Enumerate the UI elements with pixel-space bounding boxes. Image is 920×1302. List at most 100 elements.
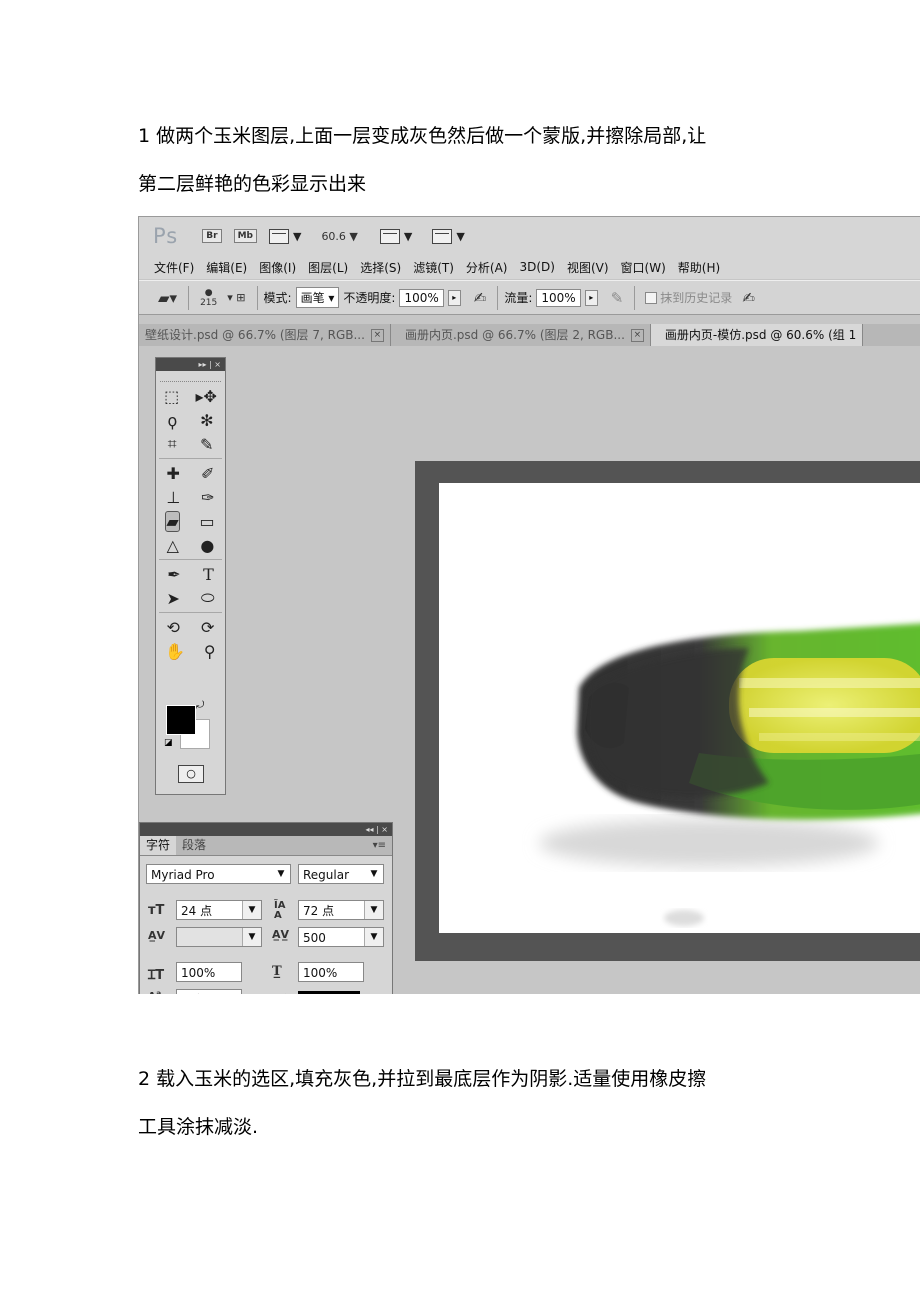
separator	[256, 285, 258, 310]
font-size-icon: ᴛT	[148, 903, 165, 918]
blur-tool-icon[interactable]: △	[167, 536, 179, 555]
close-icon[interactable]: ×	[630, 328, 644, 342]
vertical-scale-input[interactable]: 100%	[176, 962, 242, 982]
opacity-input[interactable]: 100%	[399, 288, 444, 307]
character-panel-header[interactable]: ◂◂ | ×	[140, 823, 392, 836]
quick-mask-button[interactable]: ○	[178, 765, 204, 783]
gradient-tool-icon[interactable]: ▭	[199, 512, 214, 531]
baseline-shift-input[interactable]: 0 点	[176, 989, 242, 994]
font-family-value: Myriad Pro	[151, 868, 215, 882]
3d-rotate-tool-icon[interactable]: ⟲	[167, 618, 180, 637]
marquee-tool-icon[interactable]: ⬚	[164, 387, 179, 406]
character-panel: ◂◂ | × 字符 段落 ▾≡ Myriad Pro ▼ Regular ▼ ᴛT …	[139, 822, 393, 994]
pen-tool-icon[interactable]: ✒	[167, 565, 180, 584]
leading-value: 72 点	[303, 904, 335, 918]
tracking-input[interactable]: 500 ▼	[298, 927, 384, 947]
corn-artwork	[539, 623, 920, 926]
zoom-tool-icon[interactable]: ⚲	[204, 642, 216, 661]
separator	[634, 285, 636, 310]
menu-filter[interactable]: 滤镜(T)	[413, 259, 454, 276]
tracking-icon: A̲V̲	[272, 928, 290, 941]
menu-layer[interactable]: 图层(L)	[308, 259, 348, 276]
leading-input[interactable]: 72 点 ▼	[298, 900, 384, 920]
bridge-button[interactable]: Br	[202, 229, 222, 243]
pressure-opacity-icon[interactable]: ✍	[474, 289, 487, 307]
swap-colors-icon[interactable]: ⤾	[196, 700, 204, 711]
font-style-select[interactable]: Regular ▼	[298, 864, 384, 884]
tools-divider	[159, 612, 222, 613]
eyedropper-tool-icon[interactable]: ✎	[200, 435, 213, 454]
tab-brochure-page-copy[interactable]: 画册内页-模仿.psd @ 60.6% (组 1	[650, 324, 864, 346]
3d-orbit-tool-icon[interactable]: ⟳	[201, 618, 214, 637]
step1-text-line1: 1 做两个玉米图层,上面一层变成灰色然后做一个蒙版,并擦除局部,让	[138, 125, 707, 147]
healing-brush-tool-icon[interactable]: ✚	[167, 464, 180, 483]
step2-text-line2: 工具涂抹减淡.	[138, 1116, 259, 1138]
menu-analysis[interactable]: 分析(A)	[466, 259, 508, 276]
tab-brochure-page[interactable]: 画册内页.psd @ 66.7% (图层 2, RGB... ×	[391, 324, 651, 346]
tracking-value: 500	[303, 931, 326, 945]
panel-menu-icon[interactable]: ▾≡	[373, 836, 386, 855]
eraser-tool-icon[interactable]: ▰	[165, 510, 180, 532]
document-canvas[interactable]	[439, 483, 920, 933]
tools-panel-grip[interactable]	[160, 373, 221, 382]
tab-paragraph[interactable]: 段落	[176, 836, 212, 855]
quick-selection-tool-icon[interactable]: ✻	[200, 411, 213, 430]
history-brush-tool-icon[interactable]: ✑	[201, 488, 214, 507]
horizontal-scale-input[interactable]: 100%	[298, 962, 364, 982]
menu-view[interactable]: 视图(V)	[567, 259, 609, 276]
erase-to-history-checkbox[interactable]	[645, 291, 658, 304]
path-selection-tool-icon[interactable]: ➤	[166, 589, 179, 608]
tab-character[interactable]: 字符	[140, 836, 177, 855]
ellipse-tool-icon[interactable]: ⬭	[201, 588, 215, 608]
move-tool-icon[interactable]: ▸✥	[195, 387, 216, 406]
brush-tool-icon[interactable]: ✐	[201, 464, 214, 483]
brush-panel-icon[interactable]: ▾ ⊞	[227, 291, 245, 304]
arrange-documents-menu[interactable]: ▼	[379, 228, 412, 244]
opacity-label: 不透明度:	[343, 291, 396, 305]
eraser-tool-preset-icon[interactable]: ▰▾	[158, 289, 177, 307]
kerning-input[interactable]: ▼	[176, 927, 262, 947]
menu-window[interactable]: 窗口(W)	[621, 259, 666, 276]
mode-select[interactable]: 画笔 ▾	[295, 287, 340, 308]
airbrush-icon[interactable]: ✎	[611, 289, 624, 307]
menu-help[interactable]: 帮助(H)	[678, 259, 720, 276]
menu-image[interactable]: 图像(I)	[259, 259, 296, 276]
tools-panel: ▸▸ | × ⬚ ▸✥ ϙ ✻ ⌗ ✎ ✚ ✐ ⊥ ✑ ▰ ▭ △ ● ✒ T ➤ ⬭ ⟲ ⟳ ✋ ⚲…	[155, 357, 226, 795]
font-family-select[interactable]: Myriad Pro ▼	[146, 864, 291, 884]
opacity-slider-button[interactable]: ▸	[447, 289, 461, 306]
font-size-input[interactable]: 24 点 ▼	[176, 900, 262, 920]
menu-edit[interactable]: 编辑(E)	[206, 259, 247, 276]
menu-file[interactable]: 文件(F)	[154, 259, 194, 276]
pressure-size-icon[interactable]: ✍	[742, 289, 755, 307]
flow-slider-button[interactable]: ▸	[584, 289, 598, 306]
flow-input[interactable]: 100%	[536, 288, 581, 307]
mode-value: 画笔	[300, 291, 325, 305]
zoom-level[interactable]: 60.6 ▼	[321, 230, 357, 243]
separator	[497, 285, 499, 310]
lasso-tool-icon[interactable]: ϙ	[167, 411, 177, 430]
type-tool-icon[interactable]: T	[203, 565, 214, 584]
text-color-swatch[interactable]	[298, 991, 360, 994]
tools-panel-header[interactable]: ▸▸ | ×	[156, 358, 225, 371]
chevron-down-icon: ▼	[364, 928, 383, 946]
clone-stamp-tool-icon[interactable]: ⊥	[166, 488, 180, 507]
tab-label: 壁纸设计.psd @ 66.7% (图层 7, RGB...	[145, 328, 365, 342]
dodge-tool-icon[interactable]: ●	[200, 536, 214, 555]
mini-bridge-button[interactable]: Mb	[233, 229, 257, 243]
close-icon[interactable]: ×	[370, 328, 384, 342]
foreground-color-swatch[interactable]	[166, 705, 196, 735]
step1-text-line2: 第二层鲜艳的色彩显示出来	[138, 173, 367, 195]
tab-label: 画册内页-模仿.psd @ 60.6% (组 1	[664, 328, 857, 342]
crop-tool-icon[interactable]: ⌗	[168, 434, 177, 454]
brush-preset-picker[interactable]: ● 215	[200, 288, 217, 308]
kerning-icon: A̲V	[148, 929, 166, 942]
default-colors-icon[interactable]: ◪	[164, 738, 173, 748]
screen-mode-menu[interactable]: ▼	[432, 228, 465, 244]
tab-wallpaper-design[interactable]: 壁纸设计.psd @ 66.7% (图层 7, RGB... ×	[139, 324, 391, 346]
view-extras-menu[interactable]: ▼	[268, 228, 301, 244]
chevron-down-icon: ▼	[277, 869, 285, 879]
leading-icon: ĨA A	[274, 900, 286, 921]
hand-tool-icon[interactable]: ✋	[165, 642, 185, 661]
menu-select[interactable]: 选择(S)	[360, 259, 401, 276]
menu-3d[interactable]: 3D(D)	[519, 260, 554, 274]
